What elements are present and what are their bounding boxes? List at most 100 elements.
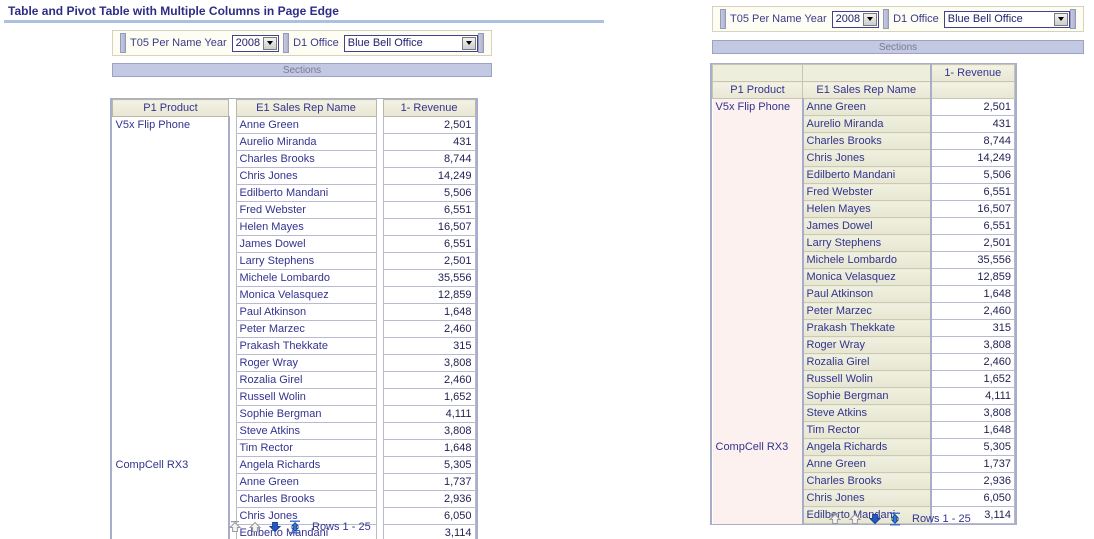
cell-product[interactable]: CompCell RX3	[112, 456, 230, 474]
cell-sales-rep[interactable]: Chris Jones	[802, 489, 931, 507]
column-header-product[interactable]: P1 Product	[112, 99, 229, 117]
cell-sales-rep[interactable]: Larry Stephens	[802, 234, 931, 252]
cell-sales-rep[interactable]: Rozalia Girel	[802, 353, 931, 371]
first-page-up-icon[interactable]	[228, 520, 242, 534]
cell-product[interactable]: CompCell RX3	[712, 438, 804, 456]
cell-product[interactable]: V5x Flip Phone	[712, 98, 804, 116]
chevron-down-icon[interactable]	[462, 36, 476, 50]
cell-sales-rep[interactable]: Russell Wolin	[802, 370, 931, 388]
cell-sales-rep[interactable]: Larry Stephens	[235, 252, 377, 270]
cell-sales-rep[interactable]: Sophie Bergman	[235, 405, 377, 423]
drag-handle-icon[interactable]	[283, 33, 290, 53]
cell-sales-rep[interactable]: Aurelio Miranda	[802, 115, 931, 133]
year-dropdown[interactable]: 2008	[231, 34, 280, 52]
cell-sales-rep[interactable]: Charles Brooks	[235, 490, 377, 508]
cell-sales-rep[interactable]: Monica Velasquez	[235, 286, 377, 304]
drag-handle-icon[interactable]	[720, 9, 726, 29]
cell-sales-rep[interactable]: James Dowel	[802, 217, 931, 235]
cell-sales-rep[interactable]: Charles Brooks	[802, 132, 931, 150]
cell-sales-rep[interactable]: Peter Marzec	[802, 302, 931, 320]
column-gap	[376, 303, 383, 321]
previous-page-up-icon[interactable]	[248, 520, 262, 534]
table-row: Prakash Thekkate 315	[712, 319, 1015, 337]
cell-sales-rep[interactable]: Roger Wray	[235, 354, 377, 372]
cell-sales-rep[interactable]: Steve Atkins	[802, 404, 931, 422]
cell-sales-rep[interactable]: Fred Webster	[802, 183, 931, 201]
cell-sales-rep[interactable]: Anne Green	[235, 116, 377, 134]
cell-sales-rep[interactable]: Sophie Bergman	[802, 387, 931, 405]
table-row: Rozalia Girel 2,460	[112, 371, 476, 389]
table-row: Monica Velasquez 12,859	[712, 268, 1015, 286]
measure-header-revenue[interactable]: 1- Revenue	[929, 64, 1015, 82]
column-gap	[228, 116, 236, 134]
table-row: Tim Rector 1,648	[112, 439, 476, 457]
office-dropdown[interactable]: Blue Bell Office	[943, 10, 1070, 28]
cell-sales-rep[interactable]: Angela Richards	[802, 438, 931, 456]
cell-sales-rep[interactable]: Prakash Thekkate	[235, 337, 377, 355]
drag-handle-icon[interactable]	[883, 9, 890, 29]
cell-sales-rep[interactable]: Michele Lombardo	[802, 251, 931, 269]
chevron-down-icon[interactable]	[1054, 12, 1068, 26]
next-page-down-icon[interactable]	[268, 520, 282, 534]
table-row: Russell Wolin 1,652	[712, 370, 1015, 388]
cell-sales-rep[interactable]: Chris Jones	[235, 167, 377, 185]
column-gap	[228, 354, 236, 372]
cell-revenue: 5,305	[929, 438, 1015, 456]
cell-sales-rep[interactable]: Angela Richards	[235, 456, 377, 474]
table-row: Helen Mayes 16,507	[112, 218, 476, 236]
cell-sales-rep[interactable]: Michele Lombardo	[235, 269, 377, 287]
column-header-sales-rep[interactable]: E1 Sales Rep Name	[802, 81, 931, 99]
cell-sales-rep[interactable]: Helen Mayes	[802, 200, 931, 218]
cell-sales-rep[interactable]: Aurelio Miranda	[235, 133, 377, 151]
cell-sales-rep[interactable]: Anne Green	[802, 455, 931, 473]
column-gap	[228, 439, 236, 457]
cell-revenue: 5,305	[382, 456, 476, 474]
cell-sales-rep[interactable]: Edilberto Mandani	[235, 184, 377, 202]
next-page-down-icon[interactable]	[868, 512, 882, 526]
cell-sales-rep[interactable]: Tim Rector	[802, 421, 931, 439]
first-page-up-icon[interactable]	[828, 512, 842, 526]
cell-sales-rep[interactable]: Prakash Thekkate	[802, 319, 931, 337]
drag-handle-icon[interactable]	[478, 33, 484, 53]
cell-sales-rep[interactable]: Edilberto Mandani	[802, 166, 931, 184]
drag-handle-icon[interactable]	[1070, 9, 1076, 29]
cell-product	[712, 268, 804, 286]
cell-revenue: 6,551	[382, 201, 476, 219]
cell-sales-rep[interactable]: Charles Brooks	[235, 150, 377, 168]
chevron-down-icon[interactable]	[863, 12, 878, 26]
column-gap	[376, 337, 383, 355]
cell-sales-rep[interactable]: Roger Wray	[802, 336, 931, 354]
cell-revenue: 2,936	[929, 472, 1015, 490]
cell-sales-rep[interactable]: Fred Webster	[235, 201, 377, 219]
cell-sales-rep[interactable]: Steve Atkins	[235, 422, 377, 440]
all-rows-updown-icon[interactable]	[888, 512, 902, 526]
table-row: Steve Atkins 3,808	[712, 404, 1015, 422]
cell-sales-rep[interactable]: Charles Brooks	[802, 472, 931, 490]
cell-sales-rep[interactable]: Monica Velasquez	[802, 268, 931, 286]
column-gap	[228, 388, 236, 406]
column-header-sales-rep[interactable]: E1 Sales Rep Name	[235, 99, 377, 117]
cell-sales-rep[interactable]: Peter Marzec	[235, 320, 377, 338]
previous-page-up-icon[interactable]	[848, 512, 862, 526]
drag-handle-icon[interactable]	[120, 33, 126, 53]
column-header-revenue[interactable]: 1- Revenue	[382, 99, 476, 117]
cell-sales-rep[interactable]: Tim Rector	[235, 439, 377, 457]
office-dropdown[interactable]: Blue Bell Office	[343, 34, 478, 52]
chevron-down-icon[interactable]	[263, 36, 278, 50]
cell-sales-rep[interactable]: James Dowel	[235, 235, 377, 253]
office-dropdown-value: Blue Bell Office	[947, 13, 1023, 25]
cell-product	[712, 455, 804, 473]
cell-sales-rep[interactable]: Helen Mayes	[235, 218, 377, 236]
cell-sales-rep[interactable]: Paul Atkinson	[802, 285, 931, 303]
cell-sales-rep[interactable]: Anne Green	[802, 98, 931, 116]
all-rows-updown-icon[interactable]	[288, 520, 302, 534]
cell-sales-rep[interactable]: Russell Wolin	[235, 388, 377, 406]
cell-sales-rep[interactable]: Paul Atkinson	[235, 303, 377, 321]
cell-sales-rep[interactable]: Rozalia Girel	[235, 371, 377, 389]
year-dropdown[interactable]: 2008	[831, 10, 880, 28]
cell-sales-rep[interactable]: Chris Jones	[802, 149, 931, 167]
column-header-product[interactable]: P1 Product	[712, 81, 803, 99]
table-row: CompCell RX3 Angela Richards 5,305	[112, 456, 476, 474]
cell-product[interactable]: V5x Flip Phone	[112, 116, 230, 134]
cell-sales-rep[interactable]: Anne Green	[235, 473, 377, 491]
